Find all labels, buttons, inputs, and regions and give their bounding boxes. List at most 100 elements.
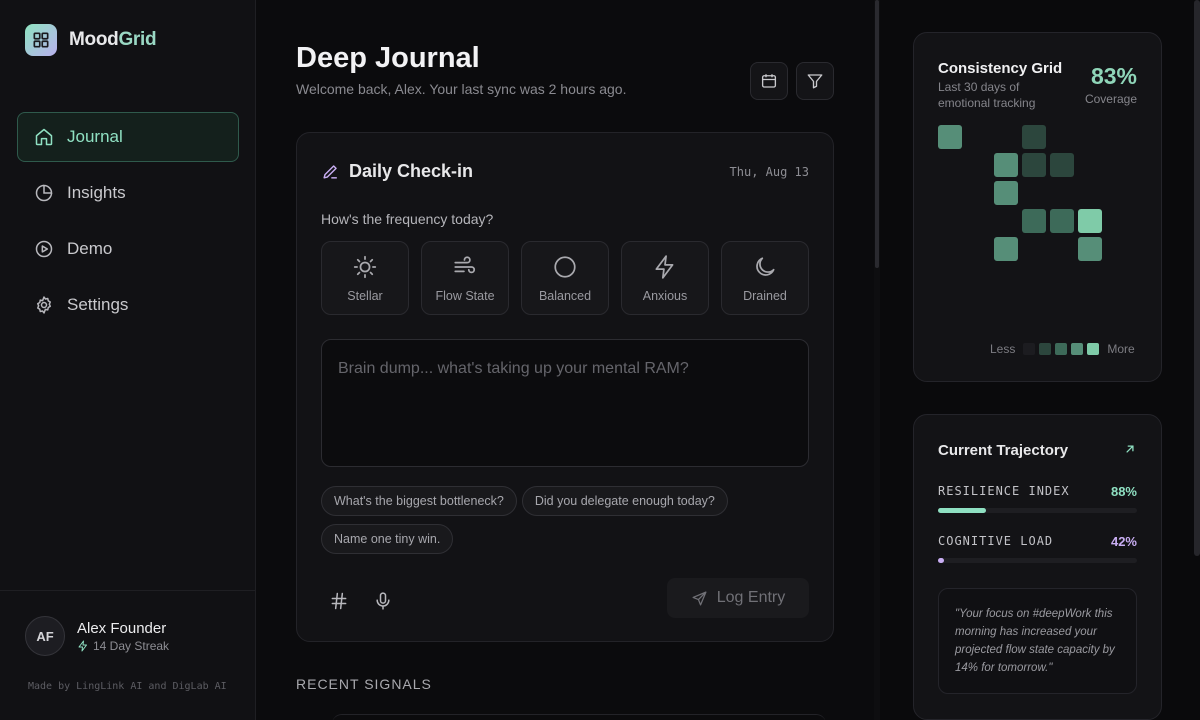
footer-credit: Made by LingLink AI and DigLab AI <box>28 681 227 692</box>
metric-value: 88% <box>1110 484 1137 499</box>
grid-day-cell[interactable] <box>938 125 962 149</box>
sidebar-item-settings[interactable]: Settings <box>17 280 239 330</box>
grid-day-cell[interactable] <box>994 153 1018 177</box>
daily-checkin-card: Daily Check-in Thu, Aug 13 How's the fre… <box>296 132 834 642</box>
streak-badge: 14 Day Streak <box>77 639 169 653</box>
grid-day-cell[interactable] <box>1050 153 1074 177</box>
user-name: Alex Founder <box>77 619 167 637</box>
metric-value: 42% <box>1110 534 1137 549</box>
send-icon <box>692 590 707 606</box>
mood-label: Stellar <box>347 288 383 303</box>
microphone-button[interactable] <box>367 585 399 617</box>
consistency-grid-card: Consistency Grid Last 30 days of emotion… <box>913 32 1162 382</box>
insight-quote: "Your focus on #deepWork this morning ha… <box>938 588 1137 694</box>
coverage-label: Coverage <box>1084 92 1137 106</box>
prompt-chip[interactable]: Did you delegate enough today? <box>521 486 728 516</box>
mood-balanced[interactable]: Balanced <box>521 241 609 315</box>
divider <box>0 590 256 591</box>
filter-icon <box>807 74 823 89</box>
coverage-value: 83% <box>1090 63 1137 89</box>
log-entry-label: Log Entry <box>716 589 786 606</box>
grid-day-cell[interactable] <box>1078 209 1102 233</box>
card-title: Daily Check-in <box>321 161 473 182</box>
pie-chart-icon <box>35 184 53 202</box>
checkin-date: Thu, Aug 13 <box>729 165 809 179</box>
zap-icon <box>655 254 674 279</box>
mood-anxious[interactable]: Anxious <box>621 241 709 315</box>
grid-day-cell[interactable] <box>1022 209 1046 233</box>
microphone-icon <box>376 592 390 610</box>
legend-swatch <box>1055 343 1068 355</box>
mood-drained[interactable]: Drained <box>721 241 809 315</box>
resilience-bar <box>938 508 1137 513</box>
hashtag-icon <box>331 592 347 610</box>
legend-more-label: More <box>1107 342 1135 356</box>
gear-icon <box>37 296 51 314</box>
sidebar-item-label: Journal <box>67 127 123 146</box>
sidebar-item-label: Demo <box>67 239 113 258</box>
zap-icon <box>78 640 87 651</box>
page-title: Deep Journal <box>296 42 480 74</box>
sidebar-item-label: Insights <box>67 183 126 202</box>
mood-label: Balanced <box>538 288 592 303</box>
mood-label: Flow State <box>435 288 495 303</box>
mood-label: Drained <box>743 288 787 303</box>
main-scrollbar-thumb[interactable] <box>875 0 879 268</box>
recent-signals-list <box>332 714 826 720</box>
sidebar-item-journal[interactable]: Journal <box>17 112 239 162</box>
grid-day-cell[interactable] <box>1022 153 1046 177</box>
prompt-chip[interactable]: What's the biggest bottleneck? <box>321 486 517 516</box>
sidebar-nav: Journal Insights Demo Settings <box>17 112 239 336</box>
app-name: MoodGrid <box>69 29 157 50</box>
expand-button[interactable] <box>1123 442 1137 461</box>
right-scrollbar-thumb[interactable] <box>1194 0 1200 556</box>
metric-label: RESILIENCE INDEX <box>938 484 1070 498</box>
brain-dump-input[interactable] <box>321 339 809 467</box>
main-content: Deep Journal Welcome back, Alex. Your la… <box>256 0 880 720</box>
prompt-chip[interactable]: Name one tiny win. <box>321 524 454 554</box>
mood-flow-state[interactable]: Flow State <box>421 241 509 315</box>
cognitive-load-bar-fill <box>938 558 944 563</box>
legend-swatch <box>1071 343 1084 355</box>
grid-day-cell[interactable] <box>1078 237 1102 261</box>
sidebar-item-demo[interactable]: Demo <box>17 224 239 274</box>
coverage-stat: 83% Coverage <box>1085 63 1137 106</box>
sidebar-item-insights[interactable]: Insights <box>17 168 239 218</box>
prompt-chips: What's the biggest bottleneck? Did you de… <box>321 486 811 562</box>
calendar-button[interactable] <box>750 62 788 100</box>
legend-swatch <box>1039 343 1052 355</box>
circle-icon <box>554 255 576 278</box>
wind-icon <box>454 255 476 273</box>
resilience-bar-fill <box>938 508 986 513</box>
hashtag-button[interactable] <box>323 585 355 617</box>
trajectory-card: Current Trajectory RESILIENCE INDEX 88% … <box>913 414 1162 720</box>
app-logo[interactable]: MoodGrid <box>25 24 157 56</box>
legend-swatch <box>1023 343 1036 355</box>
log-entry-button[interactable]: Log Entry <box>667 578 809 618</box>
grid-day-cell[interactable] <box>1022 125 1046 149</box>
grid-day-cell[interactable] <box>994 181 1018 205</box>
recent-signals-heading: RECENT SIGNALS <box>296 676 432 692</box>
arrow-up-right-icon <box>1126 445 1134 453</box>
page-subtitle: Welcome back, Alex. Your last sync was 2… <box>296 81 627 97</box>
streak-text: 14 Day Streak <box>93 638 170 653</box>
legend-swatch <box>1087 343 1100 355</box>
filter-button[interactable] <box>796 62 834 100</box>
legend-less-label: Less <box>990 342 1016 356</box>
card-title: Consistency Grid <box>938 60 1063 77</box>
play-circle-icon <box>35 240 53 258</box>
home-icon <box>35 128 53 146</box>
sidebar-item-label: Settings <box>67 295 129 314</box>
mood-stellar[interactable]: Stellar <box>321 241 409 315</box>
mood-label: Anxious <box>642 288 688 303</box>
grid-day-cell[interactable] <box>1050 209 1074 233</box>
moon-icon <box>756 256 775 276</box>
user-profile[interactable]: AF Alex Founder 14 Day Streak <box>25 616 169 656</box>
grid-legend: Less More <box>990 342 1135 356</box>
avatar: AF <box>25 616 65 656</box>
grid-day-cell[interactable] <box>994 237 1018 261</box>
card-subtitle: Last 30 days of emotional tracking <box>938 80 1036 110</box>
cognitive-load-bar <box>938 558 1137 563</box>
card-title: Current Trajectory <box>938 442 1069 459</box>
metric-label: COGNITIVE LOAD <box>938 534 1054 548</box>
